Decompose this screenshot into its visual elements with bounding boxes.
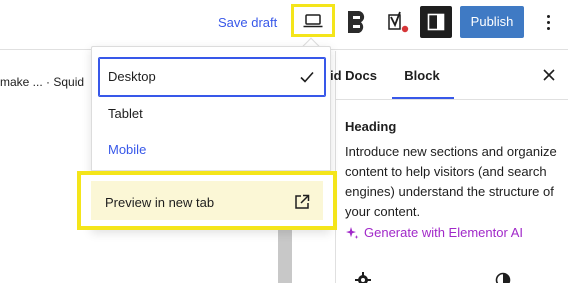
tab-block[interactable]: Block — [394, 66, 450, 86]
breadcrumb[interactable]: make ... · Squid — [0, 70, 92, 94]
editor-scrollbar[interactable] — [278, 230, 292, 283]
save-draft-button[interactable]: Save draft — [218, 14, 282, 32]
external-link-icon — [295, 194, 310, 209]
more-vertical-icon[interactable] — [536, 9, 560, 35]
laptop-icon — [303, 13, 323, 27]
tab-docs[interactable]: id Docs — [330, 66, 380, 86]
preview-option-tablet[interactable]: Tablet — [98, 103, 326, 125]
block-title: Heading — [345, 119, 397, 134]
generate-ai-link[interactable]: Generate with Elementor AI — [345, 224, 565, 242]
yoast-icon[interactable] — [382, 8, 412, 36]
tabs-divider — [336, 99, 568, 100]
sidebar-toggle-button[interactable] — [420, 6, 452, 38]
styles-icon[interactable] — [494, 271, 512, 283]
block-description: Introduce new sections and organize cont… — [345, 144, 557, 219]
elementor-b-icon[interactable] — [345, 8, 369, 36]
preview-option-label: Desktop — [108, 69, 156, 84]
sidebar-toggle-icon — [427, 13, 445, 31]
preview-option-desktop[interactable]: Desktop — [98, 57, 326, 97]
preview-device-button[interactable] — [291, 4, 335, 37]
close-icon[interactable] — [538, 64, 560, 86]
generate-ai-label: Generate with Elementor AI — [364, 225, 523, 240]
preview-new-tab-button[interactable]: Preview in new tab — [77, 171, 337, 230]
check-icon — [300, 71, 314, 83]
preview-option-mobile[interactable]: Mobile — [98, 139, 326, 161]
gear-icon[interactable] — [354, 271, 372, 283]
publish-button[interactable]: Publish — [460, 6, 524, 38]
sparkle-icon — [346, 227, 359, 239]
preview-new-tab-label: Preview in new tab — [105, 195, 215, 210]
